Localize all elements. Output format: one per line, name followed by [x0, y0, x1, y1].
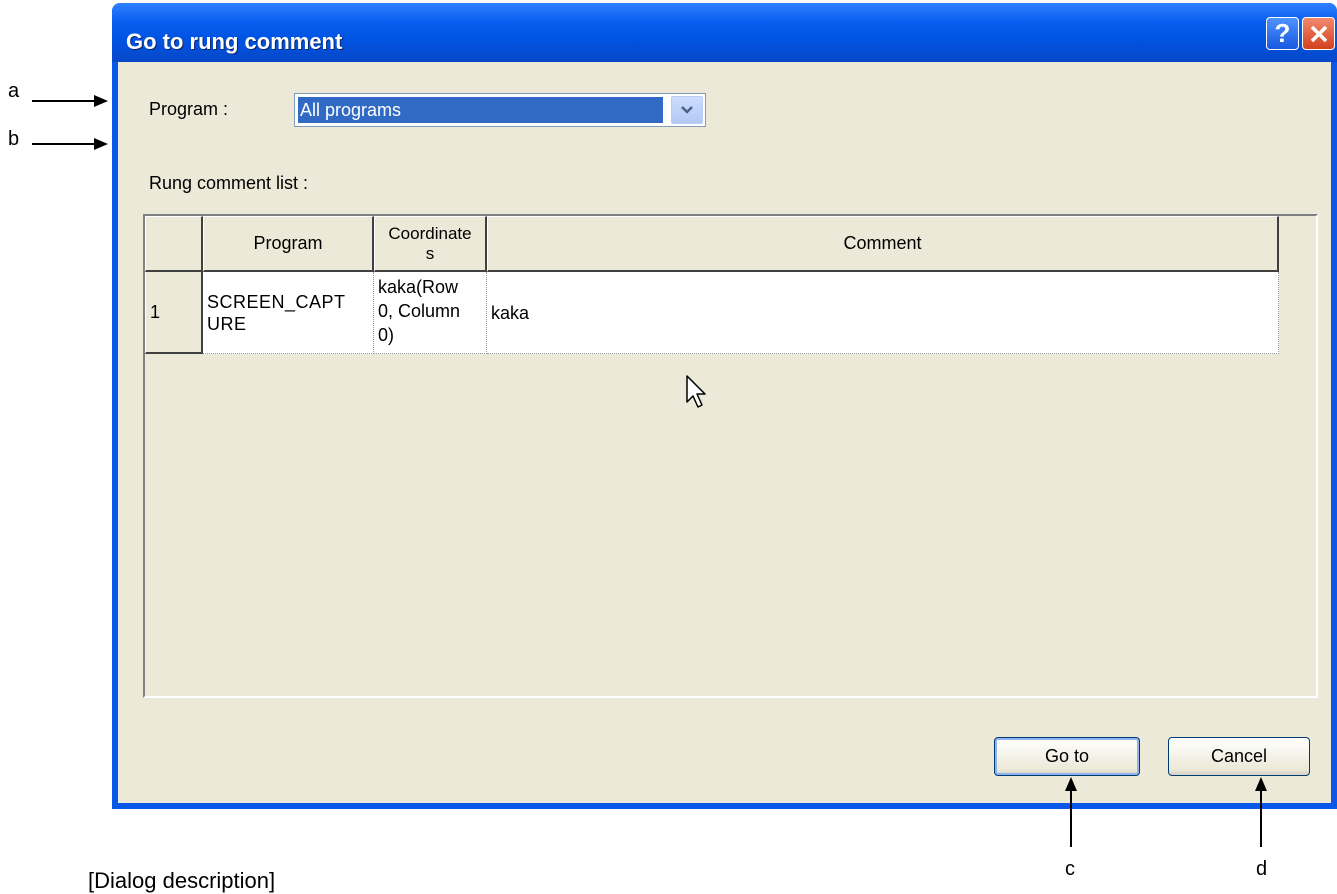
help-icon: ? — [1274, 18, 1291, 48]
annotation-b-arrow — [32, 138, 108, 150]
close-icon — [1310, 25, 1327, 42]
program-select-value: All programs — [298, 97, 663, 123]
help-button[interactable]: ? — [1266, 17, 1299, 50]
program-select[interactable]: All programs — [294, 93, 706, 127]
annotation-c-label: c — [1065, 858, 1075, 880]
go-to-rung-comment-dialog: Go to rung comment ? Program : All progr… — [112, 3, 1337, 809]
close-button[interactable] — [1302, 17, 1335, 50]
annotation-a-label: a — [8, 80, 20, 102]
column-header-coordinates-text: Coordinate s — [388, 223, 472, 263]
annotation-d-arrow — [1255, 777, 1267, 847]
dialog-title: Go to rung comment — [126, 29, 343, 54]
figure-caption: [Dialog description] — [88, 868, 276, 893]
rung-comment-table: Program Coordinate s Comment 1 SCREEN_CA… — [143, 214, 1318, 698]
go-to-button[interactable]: Go to — [994, 737, 1140, 776]
annotation-b-label: b — [8, 128, 20, 150]
annotation-c-arrow — [1065, 777, 1077, 847]
annotation-a-arrow — [32, 95, 108, 107]
column-header-comment[interactable]: Comment — [487, 216, 1279, 272]
dialog-body: Program : All programs Rung comment list… — [118, 62, 1331, 803]
row-comment-cell[interactable]: kaka — [487, 272, 1279, 354]
row-program-cell[interactable]: SCREEN_CAPT URE — [203, 272, 374, 354]
row-coordinates-cell[interactable]: kaka(Row 0, Column 0) — [374, 272, 487, 354]
row-program-text: SCREEN_CAPT URE — [207, 291, 346, 334]
column-header-program[interactable]: Program — [203, 216, 374, 272]
row-coordinates-text: kaka(Row 0, Column 0) — [378, 277, 461, 345]
rung-comment-list-label: Rung comment list : — [149, 173, 309, 193]
table-corner-header — [145, 216, 203, 272]
cancel-button[interactable]: Cancel — [1168, 737, 1310, 776]
annotation-d-label: d — [1256, 858, 1268, 880]
mouse-pointer-icon — [686, 375, 706, 408]
program-dropdown-button[interactable] — [671, 96, 703, 124]
row-comment-text: kaka — [491, 302, 530, 323]
title-bar: Go to rung comment ? — [112, 3, 1337, 62]
column-header-coordinates[interactable]: Coordinate s — [374, 216, 487, 272]
chevron-down-icon — [681, 106, 693, 114]
row-number[interactable]: 1 — [145, 272, 203, 354]
program-label: Program : — [149, 99, 229, 119]
